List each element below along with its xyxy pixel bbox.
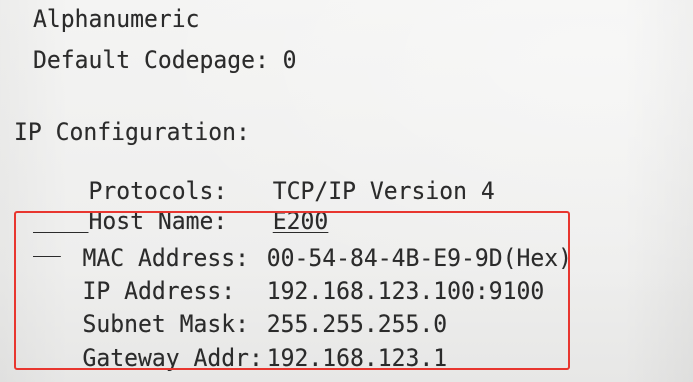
- red-highlight-box: [14, 211, 570, 370]
- default-codepage-line: Default Codepage: 0: [33, 46, 297, 74]
- alphanumeric-line: Alphanumeric: [33, 5, 200, 33]
- receipt-paper: Alphanumeric Default Codepage: 0 IP Conf…: [0, 0, 693, 382]
- ip-configuration-heading: IP Configuration:: [14, 118, 250, 146]
